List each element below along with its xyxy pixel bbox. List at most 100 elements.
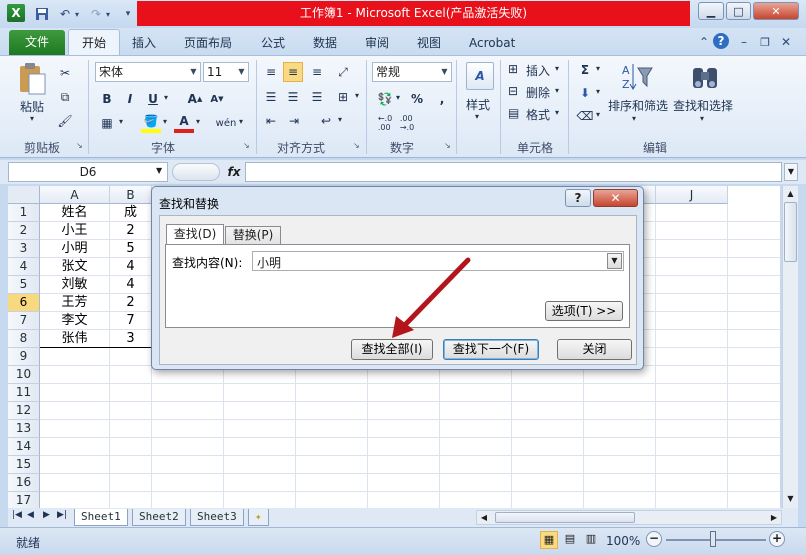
find-history-dropdown-icon[interactable]: ▼ [607,253,622,269]
binoculars-icon[interactable] [690,62,720,92]
row-header-6[interactable]: 6 [8,294,40,312]
close-window-button[interactable]: ✕ [753,2,799,20]
tab-page-layout[interactable]: 页面布局 [174,31,242,55]
name-box-dropdown-icon[interactable]: ▼ [156,166,162,175]
autosum-button[interactable]: Σ [575,60,595,80]
tab-acrobat[interactable]: Acrobat [459,31,525,55]
help-icon[interactable]: ? [713,33,729,49]
customize-qat-icon[interactable]: ▾ [122,5,134,23]
comma-button[interactable]: , [432,89,452,109]
fill-dropdown-icon[interactable]: ▾ [596,87,600,96]
tab-replace[interactable]: 替换(P) [225,226,281,245]
tab-insert[interactable]: 插入 [122,31,166,55]
workbook-minimize-icon[interactable]: – [735,33,753,51]
sheet-tab-sheet3[interactable]: Sheet3 [190,509,244,526]
bold-button[interactable]: B [97,89,117,109]
insert-cells-icon[interactable]: ⊞ [508,62,518,76]
row-header-7[interactable]: 7 [8,312,40,330]
underline-dropdown-icon[interactable]: ▾ [164,93,168,102]
row-header-2[interactable]: 2 [8,222,40,240]
sheet-tab-sheet2[interactable]: Sheet2 [132,509,186,526]
find-dropdown-icon[interactable]: ▾ [700,114,704,123]
delete-dropdown-icon[interactable]: ▾ [555,86,559,95]
align-right-icon[interactable]: ☰ [307,87,327,107]
dialog-close-action-button[interactable]: 关闭 [557,339,632,360]
row-header-9[interactable]: 9 [8,348,40,366]
row-header-14[interactable]: 14 [8,438,40,456]
prev-sheet-icon[interactable]: ◀ [27,510,34,520]
tab-review[interactable]: 审阅 [355,31,399,55]
name-box[interactable]: D6 [8,162,168,182]
delete-cells-button[interactable]: 删除 [526,84,550,101]
zoom-level[interactable]: 100% [606,534,640,548]
workbook-restore-icon[interactable]: ❐ [756,33,774,51]
tab-view[interactable]: 视图 [407,31,451,55]
scroll-up-icon[interactable]: ▲ [784,187,797,201]
alignment-launcher-icon[interactable]: ↘ [353,141,360,150]
styles-button[interactable]: 样式 [466,96,490,113]
first-sheet-icon[interactable]: |◀ [12,510,22,520]
row-header-3[interactable]: 3 [8,240,40,258]
middle-align-icon[interactable]: ≡ [283,62,303,82]
shrink-font-icon[interactable]: A ▼ [207,89,227,109]
hscroll-right-icon[interactable]: ▶ [767,511,781,524]
tab-data[interactable]: 数据 [303,31,347,55]
paste-icon[interactable] [16,62,48,96]
tab-formulas[interactable]: 公式 [251,31,295,55]
row-header-16[interactable]: 16 [8,474,40,492]
row-header-13[interactable]: 13 [8,420,40,438]
align-center-icon[interactable]: ☰ [283,87,303,107]
decrease-indent-icon[interactable]: ⇤ [261,111,281,131]
font-color-icon[interactable]: A [174,113,194,133]
sort-filter-button[interactable]: 排序和筛选 [608,97,668,114]
percent-button[interactable]: % [407,89,427,109]
zoom-slider-thumb[interactable] [710,531,716,547]
row-header-5[interactable]: 5 [8,276,40,294]
expand-formula-icon[interactable]: ▼ [784,163,798,181]
fill-color-icon[interactable]: 🪣 [141,113,161,133]
decrease-decimal-icon[interactable]: .00 →.0 [397,113,417,133]
select-all-corner[interactable] [8,186,40,204]
hscroll-left-icon[interactable]: ◀ [477,511,491,524]
merge-dropdown-icon[interactable]: ▾ [355,91,359,100]
horizontal-scrollbar[interactable]: ◀ ▶ [476,510,782,525]
currency-dropdown-icon[interactable]: ▾ [396,93,400,102]
increase-decimal-icon[interactable]: ←.0.00 [375,113,395,133]
tab-file[interactable]: 文件 [9,30,65,55]
hscroll-thumb[interactable] [495,512,635,523]
sort-filter-icon[interactable]: AZ [620,62,654,92]
number-launcher-icon[interactable]: ↘ [444,141,451,150]
delete-cells-icon[interactable]: ⊟ [508,84,518,98]
row-header-10[interactable]: 10 [8,366,40,384]
zoom-slider[interactable] [666,539,766,541]
insert-dropdown-icon[interactable]: ▾ [555,64,559,73]
format-painter-icon[interactable]: 🖌 [55,111,75,131]
orientation-icon[interactable]: ⤢ [333,62,353,82]
column-header-b[interactable]: B [110,186,152,204]
page-layout-view-icon[interactable]: ▤ [561,531,579,549]
font-launcher-icon[interactable]: ↘ [243,141,250,150]
tab-find[interactable]: 查找(D) [166,224,224,245]
phonetic-guide-icon[interactable]: wén [216,113,237,133]
number-format-combo[interactable]: 常规 ▼ [372,62,452,82]
page-break-view-icon[interactable]: ▥ [582,531,600,549]
font-color-dropdown-icon[interactable]: ▾ [196,117,200,126]
zoom-in-icon[interactable]: + [769,531,785,547]
last-sheet-icon[interactable]: ▶| [57,510,67,520]
undo-dropdown-icon[interactable]: ▾ [72,5,82,23]
copy-icon[interactable]: ⧉ [55,87,75,107]
insert-cells-button[interactable]: 插入 [526,62,550,79]
increase-indent-icon[interactable]: ⇥ [284,111,304,131]
clear-icon[interactable]: ⌫ [575,106,595,126]
chevron-down-icon[interactable]: ▼ [235,63,248,81]
find-select-button[interactable]: 查找和选择 [673,97,733,114]
column-header-a[interactable]: A [40,186,110,204]
wrap-dropdown-icon[interactable]: ▾ [338,115,342,124]
styles-icon[interactable]: A [466,62,494,90]
normal-view-icon[interactable]: ▦ [540,531,558,549]
vertical-scrollbar[interactable]: ▲ ▼ [782,186,798,508]
paste-dropdown-icon[interactable]: ▾ [30,114,34,123]
save-icon[interactable] [33,5,51,23]
maximize-button[interactable]: □ [726,2,751,20]
scroll-thumb[interactable] [784,202,797,262]
